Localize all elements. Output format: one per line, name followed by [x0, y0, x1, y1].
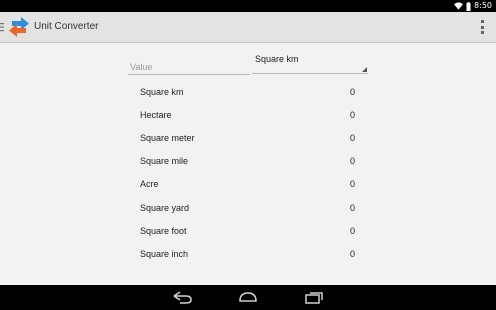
unit-name: Square inch [140, 248, 189, 259]
unit-name: Square foot [140, 225, 187, 236]
value-input[interactable] [128, 60, 250, 75]
converter-panel: Square km Square km 0 Hectare 0 Square m… [0, 43, 496, 285]
list-item: Square yard 0 [140, 196, 356, 219]
unit-name: Square mile [140, 156, 189, 167]
unit-value: 0 [349, 86, 355, 97]
action-bar: Unit Converter [0, 12, 496, 43]
unit-value: 0 [349, 109, 355, 120]
unit-value: 0 [349, 225, 355, 236]
list-item: Square foot 0 [140, 219, 356, 242]
overflow-menu-icon[interactable] [479, 20, 485, 34]
unit-name: Hectare [140, 109, 172, 120]
unit-name: Square yard [140, 202, 190, 213]
unit-name: Square meter [140, 132, 195, 143]
list-item: Hectare 0 [140, 103, 356, 126]
drawer-indicator-icon[interactable] [0, 21, 5, 33]
back-icon[interactable] [171, 289, 193, 305]
unit-name: Square km [140, 86, 184, 97]
list-item: Square meter 0 [140, 126, 356, 149]
unit-value: 0 [349, 132, 355, 143]
list-item: Acre 0 [140, 173, 356, 196]
list-item: Square inch 0 [140, 242, 356, 265]
results-list: Square km 0 Hectare 0 Square meter 0 Squ… [140, 80, 356, 266]
home-icon[interactable] [237, 289, 259, 305]
unit-spinner[interactable]: Square km [252, 52, 368, 74]
list-item: Square km 0 [140, 80, 356, 103]
wifi-icon [454, 2, 464, 10]
unit-value: 0 [349, 179, 355, 190]
unit-value: 0 [349, 202, 355, 213]
unit-value: 0 [349, 248, 355, 259]
unit-converter-logo-icon[interactable] [8, 15, 30, 39]
navigation-bar [0, 285, 496, 310]
status-bar: 8:50 [0, 0, 496, 12]
battery-icon [466, 1, 471, 11]
spinner-arrow-icon [362, 67, 367, 72]
unit-spinner-label: Square km [255, 54, 299, 64]
unit-value: 0 [349, 156, 355, 167]
app-title: Unit Converter [34, 21, 99, 32]
unit-name: Acre [140, 179, 159, 190]
status-time: 8:50 [474, 1, 492, 10]
list-item: Square mile 0 [140, 150, 356, 173]
recents-icon[interactable] [304, 289, 326, 305]
